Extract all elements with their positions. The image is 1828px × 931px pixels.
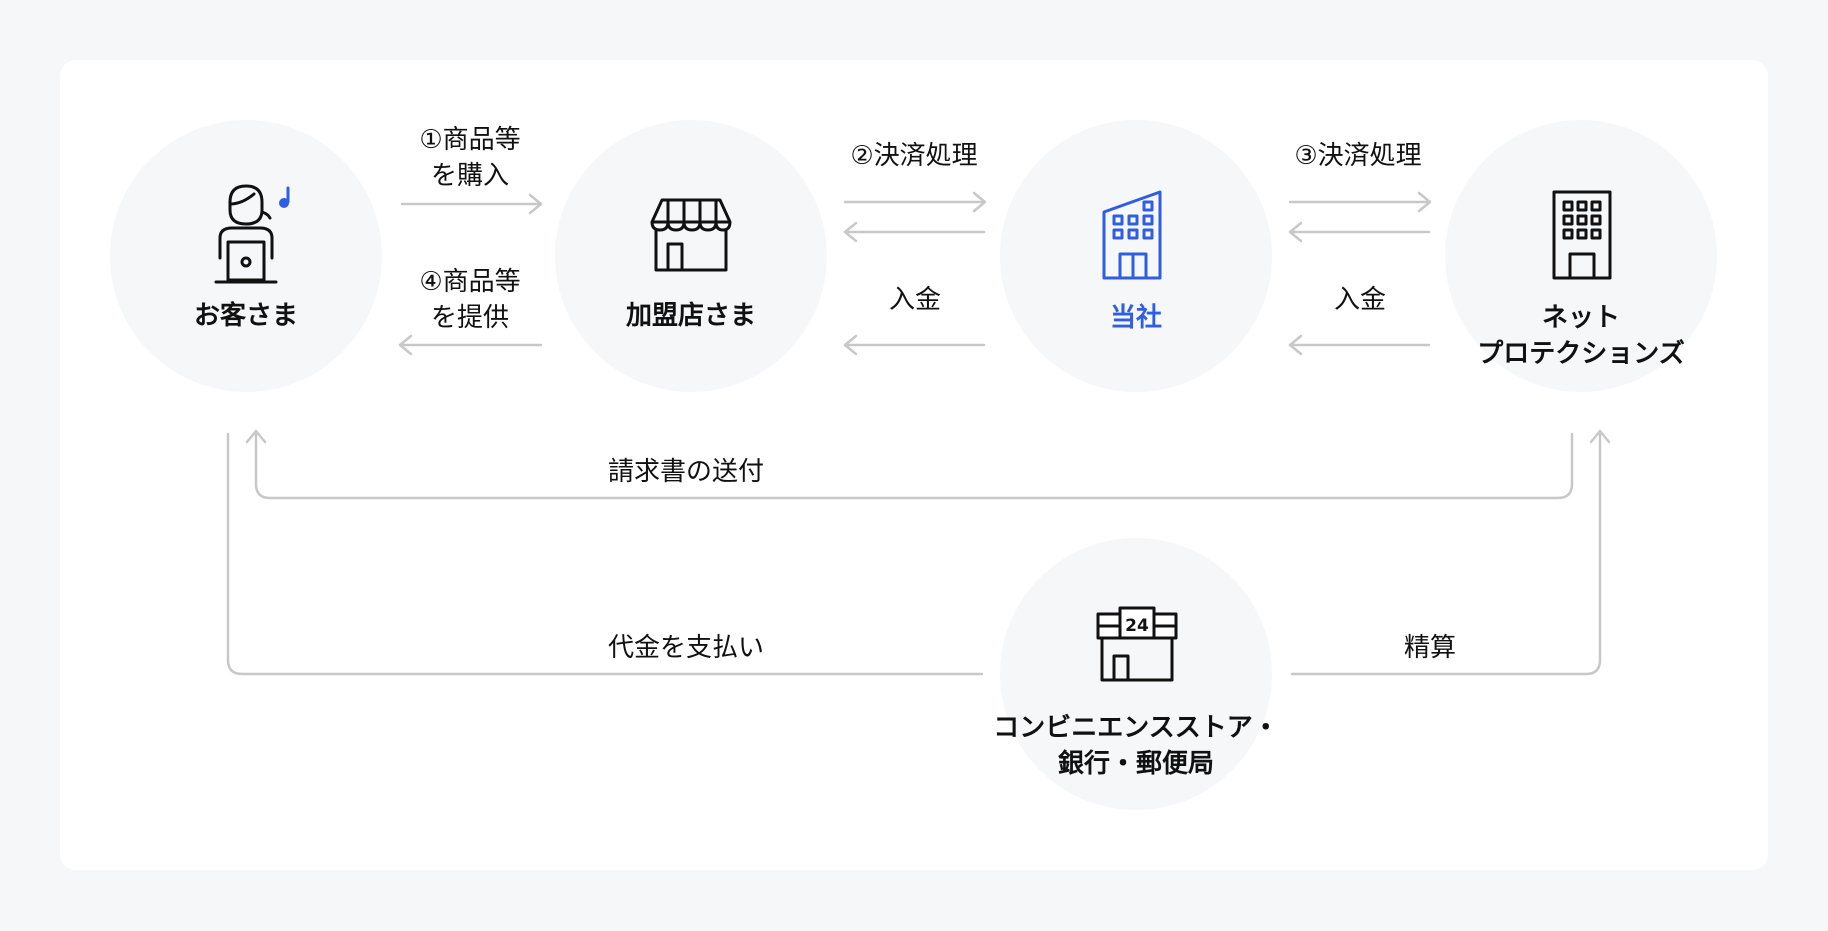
netprotections-label-line2: プロテクションズ: [1477, 339, 1685, 369]
convenience-store-24-icon: 24: [1096, 606, 1178, 682]
arrow-purchase: [400, 193, 543, 215]
merchant-label: 加盟店さま: [625, 301, 756, 331]
arrow-deposit-company: [1288, 334, 1431, 356]
arrow-settlement3-back: [1288, 221, 1431, 243]
line-payment: [226, 432, 984, 676]
invoice-label: 請求書の送付: [608, 457, 765, 487]
arrow-invoice: [245, 429, 1574, 500]
store-24-text: 24: [1125, 616, 1149, 636]
payment-label: 代金を支払い: [608, 633, 765, 663]
arrow-settlement2-back: [843, 221, 986, 243]
provide-label-line2: を提供: [430, 303, 509, 333]
person-laptop-icon: [214, 184, 290, 284]
building-icon: [1552, 190, 1612, 280]
purchase-label-line1: ①商品等: [419, 125, 521, 155]
netprotections-label-line1: ネット: [1541, 303, 1620, 333]
deposit-company-label: 入金: [1333, 285, 1386, 315]
arrow-settlement2-forward: [843, 191, 987, 213]
settlement2-label: ②決済処理: [850, 141, 978, 171]
company-label: 当社: [1109, 303, 1162, 333]
provide-label-line1: ④商品等: [419, 267, 521, 297]
storefront-icon: [650, 198, 732, 272]
clearing-label: 精算: [1404, 633, 1457, 663]
arrow-deposit-merchant: [843, 334, 986, 356]
purchase-label-line2: を購入: [430, 161, 509, 191]
arrow-provide: [398, 334, 543, 356]
office-building-icon: [1102, 190, 1162, 280]
payment-point-label-line2: 銀行・郵便局: [1057, 749, 1214, 779]
customer-label: お客さま: [193, 301, 298, 331]
deposit-merchant-label: 入金: [888, 285, 941, 315]
payment-point-label-line1: コンビニエンスストア・: [993, 713, 1279, 743]
arrow-settlement3-forward: [1288, 191, 1432, 213]
settlement3-label: ③決済処理: [1294, 141, 1422, 171]
